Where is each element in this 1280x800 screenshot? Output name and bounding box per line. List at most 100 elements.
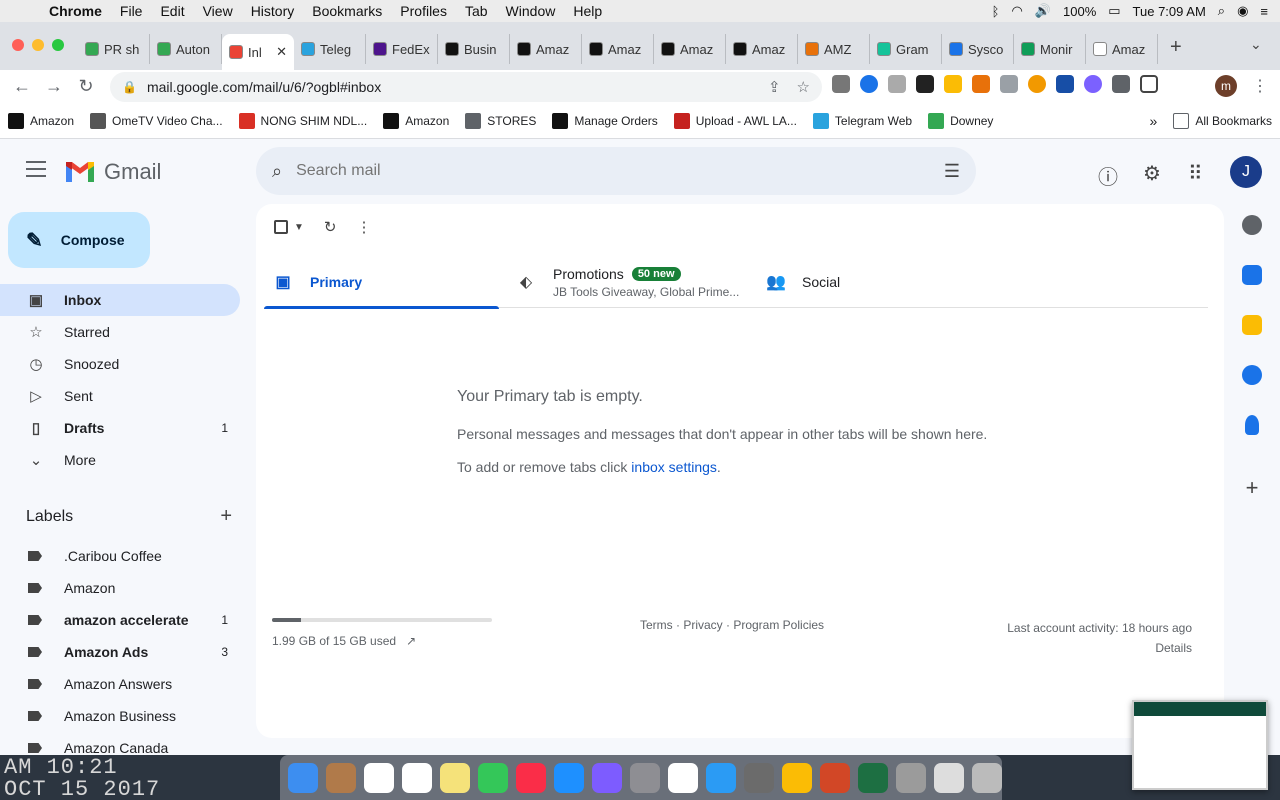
- browser-tab[interactable]: Amaz: [726, 34, 798, 64]
- label-item[interactable]: Amazon Business: [0, 700, 240, 732]
- dock-app-icon[interactable]: [402, 762, 432, 793]
- extension-orange-icon[interactable]: [1028, 75, 1046, 93]
- menu-help[interactable]: Help: [564, 3, 611, 19]
- dock-app-icon[interactable]: [782, 762, 812, 793]
- main-menu-icon[interactable]: [26, 161, 46, 182]
- tab-search-chevron-icon[interactable]: ⌄: [1250, 36, 1262, 53]
- dock-app-icon[interactable]: [896, 762, 926, 793]
- nav-item-starred[interactable]: ☆ Starred: [0, 316, 240, 348]
- browser-menu-icon[interactable]: ⋮: [1252, 76, 1268, 96]
- forward-arrow-icon[interactable]: →: [38, 76, 70, 97]
- url-text[interactable]: mail.google.com/mail/u/6/?ogbl#inbox: [147, 79, 381, 95]
- extension-scout-icon[interactable]: [944, 75, 962, 93]
- compose-button[interactable]: ✎ Compose: [8, 212, 150, 268]
- browser-tab[interactable]: Inl ✕: [222, 34, 294, 70]
- dock-app-icon[interactable]: [478, 762, 508, 793]
- extension-off2-icon[interactable]: [972, 75, 990, 93]
- menu-profiles[interactable]: Profiles: [391, 3, 456, 19]
- dock-app-icon[interactable]: [858, 762, 888, 793]
- search-icon[interactable]: ⌕: [272, 161, 282, 182]
- external-link-icon[interactable]: ↗: [406, 634, 416, 648]
- minimize-window-button[interactable]: [32, 39, 44, 51]
- menu-app-name[interactable]: Chrome: [40, 3, 111, 19]
- bookmark-item[interactable]: Upload - AWL LA...: [666, 112, 805, 129]
- new-tab-plus-icon[interactable]: +: [1170, 36, 1182, 59]
- extension-grey-icon[interactable]: [888, 75, 906, 93]
- browser-tab[interactable]: Sysco: [942, 34, 1014, 64]
- calendar-icon[interactable]: [1242, 265, 1262, 285]
- dock-app-icon[interactable]: [820, 762, 850, 793]
- nav-item-inbox[interactable]: ▣ Inbox: [0, 284, 240, 316]
- tab-social[interactable]: 👥 Social: [752, 256, 987, 308]
- app-avatar-icon[interactable]: [1242, 215, 1262, 235]
- dock-app-icon[interactable]: [516, 762, 546, 793]
- dock-app-icon[interactable]: [630, 762, 660, 793]
- menu-view[interactable]: View: [194, 3, 242, 19]
- browser-tab[interactable]: FedEx: [366, 34, 438, 64]
- dock-app-icon[interactable]: [592, 762, 622, 793]
- browser-tab[interactable]: Monir: [1014, 34, 1086, 64]
- bookmark-item[interactable]: Telegram Web: [805, 112, 920, 129]
- siri-icon[interactable]: ◉: [1237, 3, 1248, 19]
- spotlight-search-icon[interactable]: ⌕: [1218, 3, 1225, 19]
- dock-app-icon[interactable]: [668, 762, 698, 793]
- close-tab-icon[interactable]: ✕: [276, 44, 287, 60]
- apps-grid-icon[interactable]: ⠿: [1188, 161, 1203, 186]
- dock-app-icon[interactable]: [972, 762, 1002, 793]
- extensions-puzzle-icon[interactable]: [1112, 75, 1130, 93]
- label-item[interactable]: Amazon Answers: [0, 668, 240, 700]
- battery-icon[interactable]: ▭: [1108, 3, 1120, 19]
- browser-tab[interactable]: Gram: [870, 34, 942, 64]
- volume-icon[interactable]: 🔊: [1035, 3, 1051, 19]
- close-window-button[interactable]: [12, 39, 24, 51]
- label-item[interactable]: Amazon: [0, 572, 240, 604]
- extension-rs-icon[interactable]: [916, 75, 934, 93]
- dock-app-icon[interactable]: [364, 762, 394, 793]
- menu-history[interactable]: History: [242, 3, 304, 19]
- dock-app-icon[interactable]: [326, 762, 356, 793]
- label-item[interactable]: Amazon Canada: [0, 732, 240, 755]
- account-avatar[interactable]: J: [1230, 156, 1262, 188]
- select-checkbox[interactable]: ▼: [274, 220, 304, 234]
- footer-links[interactable]: Terms · Privacy · Program Policies: [640, 618, 824, 632]
- dock-app-icon[interactable]: [554, 762, 584, 793]
- bookmark-item[interactable]: Amazon: [0, 112, 82, 129]
- extension-f-icon[interactable]: [1056, 75, 1074, 93]
- search-options-icon[interactable]: ☰: [944, 161, 960, 182]
- battery-percent[interactable]: 100%: [1063, 4, 1096, 19]
- browser-tab[interactable]: Auton: [150, 34, 222, 64]
- label-item[interactable]: amazon accelerate 1: [0, 604, 240, 636]
- search-input[interactable]: [296, 162, 944, 180]
- help-icon[interactable]: ⓘ: [1098, 161, 1118, 190]
- nav-item-more[interactable]: ⌄ More: [0, 444, 240, 476]
- label-item[interactable]: Amazon Ads 3: [0, 636, 240, 668]
- control-center-icon[interactable]: ≡: [1260, 4, 1268, 19]
- extension-gear-purple-icon[interactable]: [1084, 75, 1102, 93]
- side-panel-icon[interactable]: [1140, 75, 1158, 93]
- menu-window[interactable]: Window: [497, 3, 565, 19]
- browser-tab[interactable]: Teleg: [294, 34, 366, 64]
- menu-bookmarks[interactable]: Bookmarks: [303, 3, 391, 19]
- extension-off-icon[interactable]: [832, 75, 850, 93]
- reload-icon[interactable]: ↻: [70, 76, 102, 97]
- extension-blue-icon[interactable]: [860, 75, 878, 93]
- address-bar[interactable]: 🔒 mail.google.com/mail/u/6/?ogbl#inbox ⇪…: [110, 72, 822, 102]
- bookmark-item[interactable]: STORES: [457, 112, 544, 129]
- dock-app-icon[interactable]: [934, 762, 964, 793]
- tab-primary[interactable]: ▣ Primary: [264, 256, 499, 309]
- menu-file[interactable]: File: [111, 3, 152, 19]
- bookmark-item[interactable]: Downey: [920, 112, 1001, 129]
- screenshot-thumbnail[interactable]: [1132, 700, 1268, 790]
- clock[interactable]: Tue 7:09 AM: [1133, 4, 1206, 19]
- profile-avatar[interactable]: m: [1215, 75, 1237, 97]
- contacts-icon[interactable]: [1245, 415, 1259, 435]
- inbox-settings-link[interactable]: inbox settings: [631, 459, 717, 475]
- back-arrow-icon[interactable]: ←: [6, 76, 38, 97]
- browser-tab[interactable]: Amaz: [582, 34, 654, 64]
- menu-tab[interactable]: Tab: [456, 3, 497, 19]
- zoom-window-button[interactable]: [52, 39, 64, 51]
- browser-tab[interactable]: Amaz: [654, 34, 726, 64]
- tasks-icon[interactable]: [1242, 365, 1262, 385]
- details-link[interactable]: Details: [1007, 638, 1192, 658]
- refresh-icon[interactable]: ↻: [324, 218, 337, 236]
